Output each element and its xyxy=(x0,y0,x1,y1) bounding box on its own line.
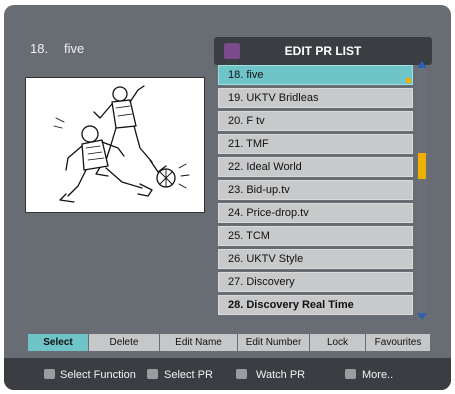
channel-label: 27. Discovery xyxy=(228,276,295,288)
left-right-arrows-icon xyxy=(44,369,55,379)
channel-row[interactable]: 24. Price-drop.tv xyxy=(218,203,413,223)
channel-list: 18. five 19. UKTV Bridleas 20. F tv 21. … xyxy=(218,65,415,321)
menu-button-icon xyxy=(345,369,356,379)
ok-button-icon xyxy=(236,369,247,379)
football-players-illustration xyxy=(53,85,190,203)
channel-row[interactable]: 27. Discovery xyxy=(218,272,413,292)
edit-number-function-button[interactable]: Edit Number xyxy=(238,334,309,351)
hint-select-pr: Select PR xyxy=(164,369,213,381)
channel-row[interactable]: 18. five xyxy=(218,65,413,85)
favourites-function-button[interactable]: Favourites xyxy=(366,334,430,351)
channel-label: 23. Bid-up.tv xyxy=(228,184,290,196)
channel-label: 19. UKTV Bridleas xyxy=(228,92,319,104)
delete-function-button[interactable]: Delete xyxy=(89,334,159,351)
channel-label: 26. UKTV Style xyxy=(228,253,304,265)
channel-list-scrollbar[interactable] xyxy=(417,61,427,320)
hint-select-function: Select Function xyxy=(60,369,136,381)
key-hints-bar: Select Function Select PR Watch PR More.… xyxy=(4,358,451,390)
channel-label: 28. Discovery Real Time xyxy=(228,299,354,311)
channel-row[interactable]: 26. UKTV Style xyxy=(218,249,413,269)
channel-label: 18. five xyxy=(228,69,264,81)
header-title: EDIT PR LIST xyxy=(284,44,362,58)
up-down-arrows-icon xyxy=(147,369,158,379)
hint-watch-pr: Watch PR xyxy=(256,369,306,381)
channel-row[interactable]: 20. F tv xyxy=(218,111,413,131)
channel-label: 24. Price-drop.tv xyxy=(228,207,309,219)
hint-more: More.. xyxy=(362,369,394,381)
channel-row[interactable]: 25. TCM xyxy=(218,226,413,246)
channel-label: 21. TMF xyxy=(228,138,269,150)
channel-row[interactable]: 19. UKTV Bridleas xyxy=(218,88,413,108)
channel-row[interactable]: 22. Ideal World xyxy=(218,157,413,177)
channel-row[interactable]: 23. Bid-up.tv xyxy=(218,180,413,200)
edit-name-function-button[interactable]: Edit Name xyxy=(160,334,237,351)
tv-screen: 18. five EDIT PR LIST 18. five 19. UKTV … xyxy=(4,5,451,390)
select-function-button[interactable]: Select xyxy=(28,334,88,351)
scroll-up-arrow-icon[interactable] xyxy=(417,61,427,68)
scroll-down-arrow-icon[interactable] xyxy=(417,313,427,320)
channel-label: 25. TCM xyxy=(228,230,270,242)
channel-row[interactable]: 28. Discovery Real Time xyxy=(218,295,413,315)
current-channel-number: 18. xyxy=(30,41,49,56)
edit-pr-list-header: EDIT PR LIST xyxy=(214,37,432,65)
channel-preview xyxy=(25,77,205,213)
function-bar: Select Delete Edit Name Edit Number Lock… xyxy=(28,334,430,351)
current-channel-name: five xyxy=(64,41,85,56)
channel-row[interactable]: 21. TMF xyxy=(218,134,413,154)
selection-marker xyxy=(406,78,411,83)
channel-label: 20. F tv xyxy=(228,115,265,127)
scroll-thumb[interactable] xyxy=(418,153,426,179)
lock-function-button[interactable]: Lock xyxy=(310,334,365,351)
channel-label: 22. Ideal World xyxy=(228,161,302,173)
